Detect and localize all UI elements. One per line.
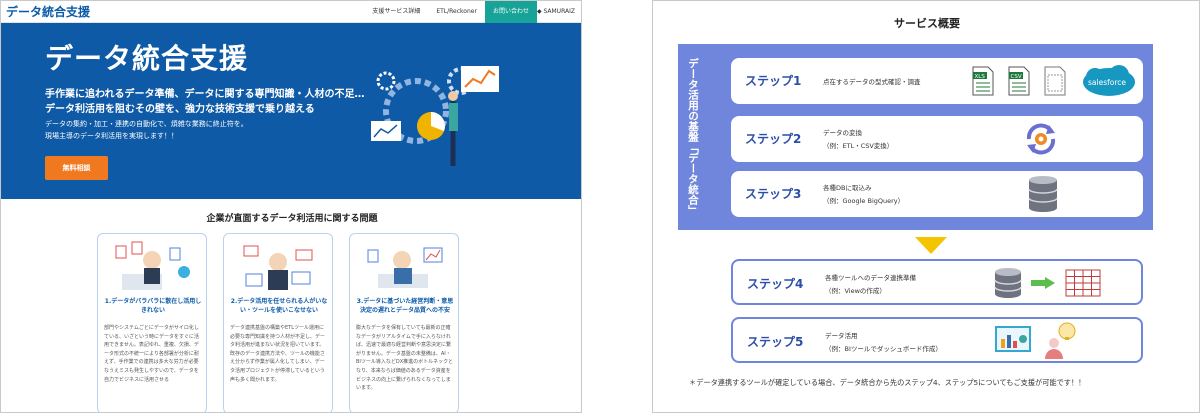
step-3-box: ステップ3 各種DBに取込み （例：Google BigQuery） (731, 171, 1143, 217)
step-1-label: ステップ1 (745, 74, 802, 88)
nav-service-details[interactable]: 支援サービス詳細 (364, 1, 428, 23)
step-4-example: （例：Viewの作成） (825, 287, 886, 295)
company-logo[interactable]: ◆ SAMURAIZ (537, 8, 575, 15)
problem-card-2: 2.データ活用を任せられる人がいない・ツールを使いこなせない データ連携基盤の構… (223, 233, 333, 412)
problem-3-heading: 3.データに基づいた経営判断・意思決定の遅れとデータ品質への不安 (356, 298, 454, 314)
problem-1-heading: 1.データがバラバラに散在し活用しきれない (104, 298, 202, 314)
company-logo-text: SAMURAIZ (543, 8, 575, 15)
hero-lead-line-1: 手作業に追われるデータ準備、データに関する専門知識・人材の不足… (45, 89, 365, 100)
step-2-box: ステップ2 データの変換 （例：ETL・CSV変換） (731, 116, 1143, 162)
step-4-description: 各種ツールへのデータ連携準備 (825, 274, 916, 282)
step-4-label: ステップ4 (747, 277, 804, 291)
free-consultation-button[interactable]: 無料相談 (45, 156, 108, 180)
site-header: データ統合支援 支援サービス詳細 ETL/Reckoner お問い合わせ ◆ S… (1, 1, 581, 23)
site-title[interactable]: データ統合支援 (6, 3, 364, 20)
service-overview-slide: サービス概要 データ活用の基盤「データ統合」 ステップ1 点在するデータの型式確… (652, 0, 1200, 413)
step-5-box: ステップ5 データ活用 （例：BIツールでダッシュボード作成） (731, 317, 1143, 363)
hero-title: データ統合支援 (45, 42, 249, 75)
problem-3-body: 膨大なデータを保有していても最新の正確なデータがリアルタイムで手に入らなければ、… (356, 325, 454, 392)
service-footnote: ＊データ連携するツールが確定している場合、データ統合から先のステップ4、ステップ… (689, 378, 1086, 387)
svg-text:CSV: CSV (1011, 74, 1022, 80)
overwhelmed-worker-illustration (243, 245, 313, 290)
step-1-description: 点在するデータの型式確認・調査 (823, 78, 921, 86)
step-2-label: ステップ2 (745, 132, 802, 146)
step-2-example: （例：ETL・CSV変換） (823, 142, 894, 150)
xls-file-icon: XLS (972, 66, 994, 96)
problem-1-body: 部門やシステムごとにデータがサイロ化している、いざという時にデータをすぐに活用で… (104, 325, 200, 383)
problem-card-3: 3.データに基づいた経営判断・意思決定の遅れとデータ品質への不安 膨大なデータを… (349, 233, 459, 412)
database-icon (994, 268, 1022, 298)
step-4-box: ステップ4 各種ツールへのデータ連携準備 （例：Viewの作成） (731, 259, 1143, 305)
step-2-description: データの変換 (823, 129, 862, 137)
problems-section-title: 企業が直面するデータ利活用に関する問題 (206, 214, 378, 224)
hero-illustration (371, 66, 499, 166)
step-3-description: 各種DBに取込み (823, 184, 872, 192)
step-5-example: （例：BIツールでダッシュボード作成） (825, 345, 942, 353)
problem-card-1: 1.データがバラバラに散在し活用しきれない 部門やシステムごとにデータがサイロ化… (97, 233, 207, 412)
csv-file-icon: CSV (1008, 66, 1030, 96)
nav-contact-button[interactable]: お問い合わせ (484, 1, 537, 23)
step-1-box: ステップ1 点在するデータの型式確認・調査 XLS CSV salesforce (731, 58, 1143, 104)
service-overview-title: サービス概要 (894, 17, 960, 30)
frustrated-person-illustration (115, 241, 190, 290)
salesforce-logo-text: salesforce (1088, 78, 1126, 87)
hero-section: データ統合支援 手作業に追われるデータ準備、データに関する専門知識・人材の不足…… (1, 23, 581, 199)
down-arrow-icon (915, 237, 947, 254)
problem-2-body: データ連携基盤の構築やETLツール運用に必要な専門知識を持つ人材が不足し、データ… (230, 325, 326, 383)
data-integration-vertical-label: データ活用の基盤「データ統合」 (687, 58, 699, 216)
step-5-description: データ活用 (825, 332, 858, 340)
hero-sub-line-1: データの集約・加工・連携の自動化で、煩雑な業務に終止符を。 (45, 120, 248, 128)
document-icon (1044, 66, 1066, 96)
table-icon (1065, 269, 1101, 297)
salesforce-icon: salesforce (1083, 65, 1135, 96)
website-screenshot-panel: データ統合支援 支援サービス詳細 ETL/Reckoner お問い合わせ ◆ S… (0, 0, 582, 413)
svg-text:XLS: XLS (975, 74, 986, 80)
step-3-label: ステップ3 (745, 187, 802, 201)
bi-dashboard-icon (995, 326, 1031, 352)
step-3-example: （例：Google BigQuery） (823, 197, 905, 205)
database-icon (1028, 176, 1058, 212)
hero-sub-line-2: 現場主導のデータ利活用を実現します！！ (45, 132, 178, 140)
problem-2-heading: 2.データ活用を任せられる人がいない・ツールを使いこなせない (230, 298, 328, 314)
anxious-manager-illustration (367, 247, 443, 288)
arrow-right-icon (1031, 277, 1055, 289)
gear-sync-icon (1026, 123, 1056, 155)
step-5-label: ステップ5 (747, 335, 804, 349)
nav-etl-reckoner[interactable]: ETL/Reckoner (428, 1, 485, 23)
hero-lead-line-2: データ利活用を阻むその壁を、強力な技術支援で乗り越える (45, 104, 315, 115)
idea-person-icon (1045, 322, 1076, 359)
